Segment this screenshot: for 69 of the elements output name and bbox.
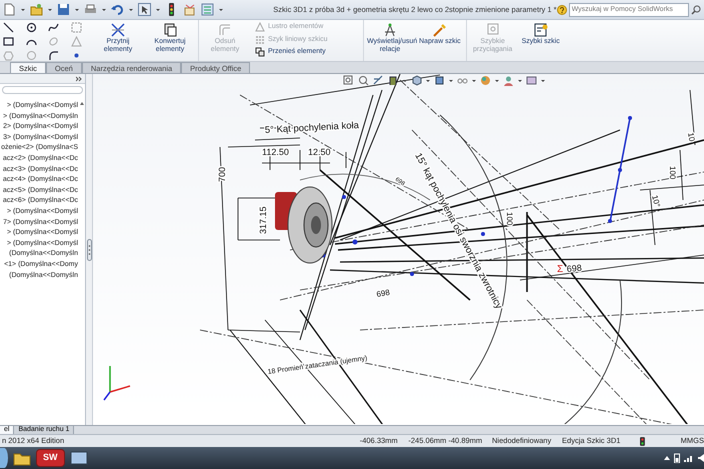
- new-document-icon[interactable]: [3, 3, 16, 16]
- pattern-grid-icon: [255, 34, 265, 45]
- dimension-label[interactable]: 698: [376, 288, 390, 299]
- repair-icon: [432, 22, 448, 38]
- line-icon[interactable]: [3, 22, 14, 33]
- save-icon[interactable]: [57, 3, 70, 16]
- convert-icon: [162, 22, 178, 38]
- help-icon: [556, 4, 567, 14]
- start-button-icon[interactable]: [0, 448, 8, 468]
- caret-icon[interactable]: [21, 8, 25, 10]
- splitter-handle-icon[interactable]: [86, 238, 92, 260]
- circle-icon[interactable]: [26, 22, 36, 33]
- taskbar-app-button[interactable]: SW: [36, 449, 64, 467]
- caret-icon[interactable]: [75, 8, 79, 10]
- note-label[interactable]: 5° Kąt pochylenia koła: [264, 120, 360, 136]
- caret-icon[interactable]: [541, 80, 545, 82]
- tray-arrow-icon[interactable]: [664, 455, 670, 461]
- dimension-label[interactable]: 10: [686, 132, 696, 142]
- mirror-icon: [255, 22, 265, 32]
- file-properties-icon[interactable]: [183, 3, 196, 16]
- offset-icon: [217, 22, 233, 38]
- caret-icon[interactable]: [102, 8, 106, 10]
- dimension-label[interactable]: 700: [217, 166, 227, 182]
- axis-triad-icon: [103, 366, 130, 400]
- rectangle-icon[interactable]: [3, 36, 14, 47]
- dimension-label[interactable]: 698: [566, 262, 582, 274]
- caret-icon[interactable]: [472, 80, 476, 82]
- caret-icon[interactable]: [426, 80, 430, 82]
- caret-icon[interactable]: [449, 80, 453, 82]
- speaker-icon[interactable]: [698, 454, 704, 462]
- dimension-label[interactable]: 100: [505, 212, 514, 226]
- caret-icon[interactable]: [495, 80, 499, 82]
- sphere-icon[interactable]: [480, 75, 491, 86]
- zoom-area-icon[interactable]: [358, 75, 369, 86]
- previous-view-icon[interactable]: [388, 75, 399, 86]
- sigma-symbol[interactable]: Σ: [557, 264, 564, 275]
- filter-field[interactable]: [2, 86, 83, 94]
- fillet-icon[interactable]: [48, 50, 59, 61]
- dimension-label[interactable]: 112.50: [262, 147, 289, 157]
- grid-icon[interactable]: [70, 22, 82, 33]
- relations-icon: [382, 22, 398, 38]
- caret-icon[interactable]: [219, 8, 223, 10]
- dimension-label[interactable]: 10°: [650, 194, 662, 208]
- open-folder-icon[interactable]: [30, 3, 43, 16]
- battery-icon[interactable]: [674, 453, 680, 463]
- caret-icon[interactable]: [403, 80, 407, 82]
- print-icon[interactable]: [84, 3, 97, 16]
- trim-icon: [110, 22, 126, 38]
- caret-icon[interactable]: [518, 80, 522, 82]
- undo-icon[interactable]: [111, 3, 124, 16]
- status-light-icon: [640, 436, 645, 446]
- scene-icon[interactable]: [503, 75, 514, 86]
- zoom-fit-icon[interactable]: [343, 75, 354, 86]
- display-icon[interactable]: [526, 75, 537, 86]
- caret-icon[interactable]: [156, 8, 160, 10]
- box-icon[interactable]: [434, 75, 445, 86]
- move-icon: [255, 47, 265, 58]
- dimension-label[interactable]: 317.15: [258, 206, 268, 234]
- search-icon[interactable]: [691, 4, 701, 14]
- chevron-icon[interactable]: [76, 76, 82, 82]
- dimension-label[interactable]: 100: [668, 166, 677, 180]
- options-icon[interactable]: [201, 3, 214, 16]
- quick-sketch-icon: [532, 22, 549, 38]
- spline-icon[interactable]: [48, 22, 59, 33]
- signal-icon[interactable]: [684, 454, 694, 462]
- caret-icon[interactable]: [48, 8, 52, 10]
- caret-icon[interactable]: [129, 8, 133, 10]
- window-app-icon[interactable]: [68, 450, 88, 466]
- section-view-icon[interactable]: [373, 75, 384, 86]
